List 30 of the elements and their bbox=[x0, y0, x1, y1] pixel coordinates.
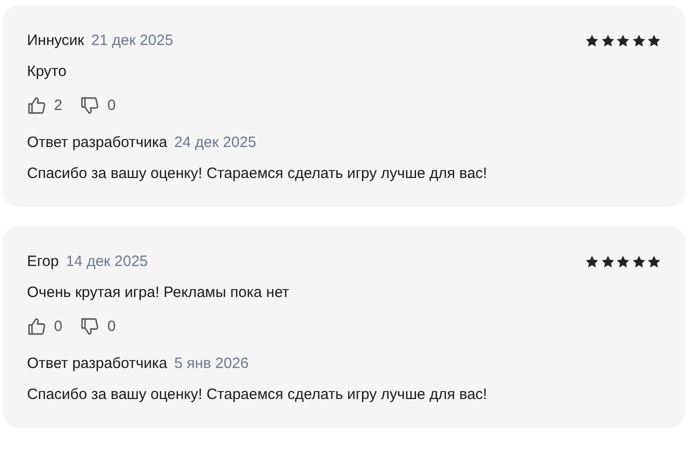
reply-date: 24 дек 2025 bbox=[174, 134, 256, 151]
review-text: Очень крутая игра! Рекламы пока нет bbox=[27, 284, 290, 301]
star-icon bbox=[647, 254, 661, 268]
star-icon bbox=[632, 34, 646, 48]
star-icon bbox=[585, 34, 599, 48]
thumbs-up-icon[interactable] bbox=[27, 96, 46, 115]
thumbs-down-icon[interactable] bbox=[80, 96, 100, 115]
star-icon bbox=[616, 254, 630, 268]
star-icon bbox=[585, 254, 599, 268]
author-name: Егор bbox=[27, 253, 59, 270]
star-icon bbox=[600, 34, 614, 48]
thumbs-up-icon[interactable] bbox=[27, 317, 46, 336]
reply-text: Спасибо за вашу оценку! Стараемся сделать игру лучше для вас! bbox=[27, 386, 488, 403]
review-date: 14 дек 2025 bbox=[66, 253, 148, 270]
like-count: 0 bbox=[54, 318, 62, 335]
reply-title: Ответ разработчика bbox=[27, 355, 168, 372]
star-icon bbox=[600, 254, 614, 268]
reply-text: Спасибо за вашу оценку! Стараемся сделать игру лучше для вас! bbox=[27, 165, 488, 182]
review-text: Круто bbox=[27, 63, 68, 80]
thumbs-down-icon[interactable] bbox=[80, 317, 100, 336]
star-icon bbox=[616, 34, 630, 48]
star-icon bbox=[632, 254, 646, 268]
reply-date: 5 янв 2026 bbox=[174, 355, 249, 372]
reply-title: Ответ разработчика bbox=[27, 134, 168, 151]
author-name: Иннусик bbox=[27, 32, 84, 49]
review-date: 21 дек 2025 bbox=[91, 32, 174, 49]
dislike-count: 0 bbox=[107, 97, 116, 114]
dislike-count: 0 bbox=[107, 318, 116, 335]
star-icon bbox=[647, 34, 661, 48]
like-count: 2 bbox=[54, 97, 62, 114]
